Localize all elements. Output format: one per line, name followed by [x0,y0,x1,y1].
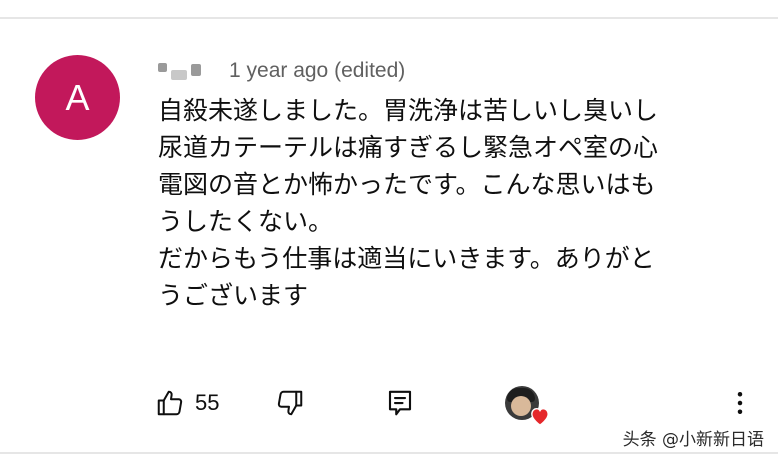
comment-line: うしたくない。 [158,207,334,236]
bottom-divider [0,452,778,454]
dislike-button[interactable] [275,383,305,423]
comment-line: うございます [158,281,309,310]
creator-avatar [505,386,549,426]
commenter-avatar[interactable]: A [35,55,120,140]
comment-line: 自殺未遂しました。胃洗浄は苦しいし臭いし [158,96,659,125]
reply-comment-icon [388,390,412,416]
comment-line: だからもう仕事は適当にいきます。ありがと [158,244,655,273]
comment-timestamp[interactable]: 1 year ago (edited) [229,59,405,83]
comment-body: 自殺未遂しました。胃洗浄は苦しいし臭いし 尿道カテーテルは痛すぎるし緊急オペ室の… [158,92,748,314]
more-vertical-icon [737,392,743,414]
comment-header: 1 year ago (edited) [158,56,405,86]
more-options-button[interactable] [725,383,755,423]
comment-line: 電図の音とか怖かったです。こんな思いはも [158,170,656,199]
reply-button[interactable] [385,383,415,423]
like-button[interactable]: 55 [155,383,219,423]
comment-line: 尿道カテーテルは痛すぎるし緊急オペ室の心 [158,133,659,162]
source-watermark: 头条 @小新新日语 [622,430,764,450]
thumbs-up-icon [157,390,183,416]
creator-heart-badge[interactable] [505,383,549,426]
comment-action-bar: 55 [155,383,755,426]
username-redacted[interactable] [158,62,201,80]
creator-heart-icon [531,408,549,426]
avatar-letter: A [65,76,90,118]
top-divider [0,17,778,19]
thumbs-down-icon [277,390,303,416]
like-count: 55 [195,390,220,415]
